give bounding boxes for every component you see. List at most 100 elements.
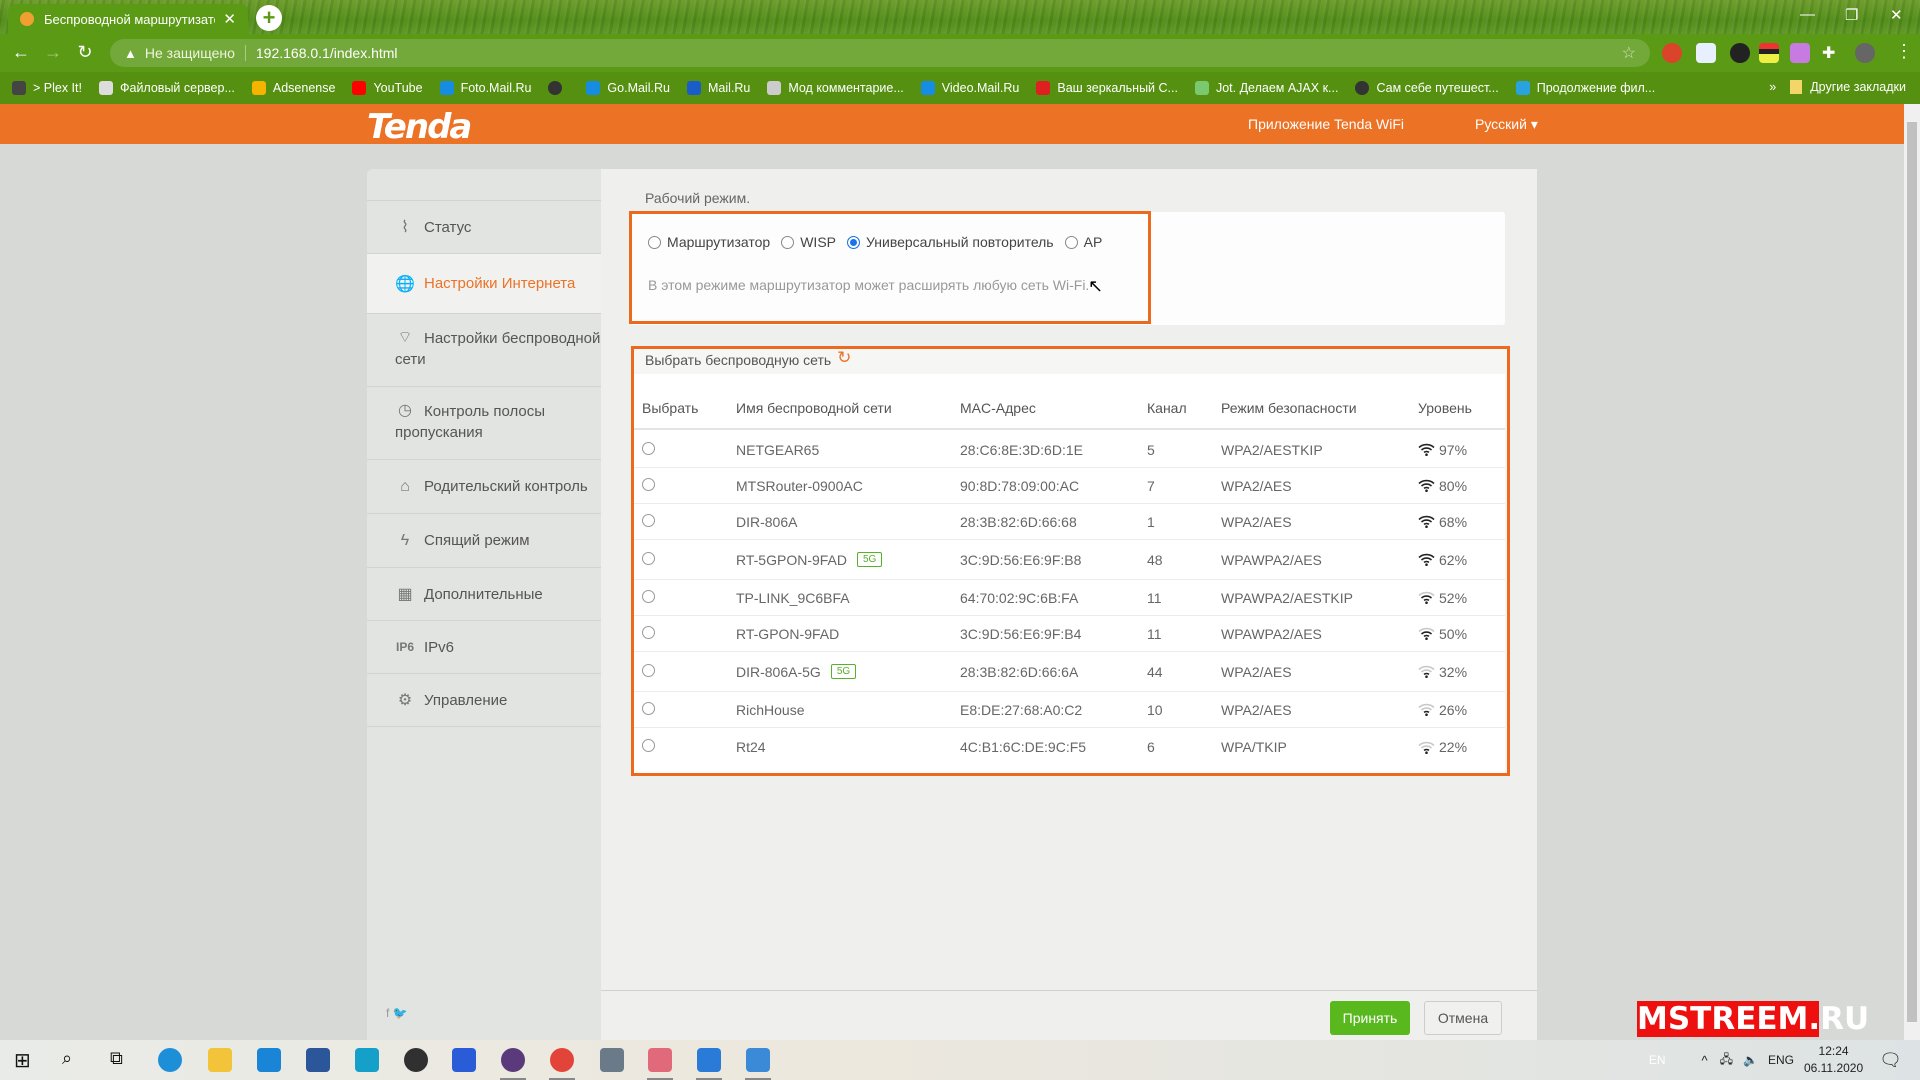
select-network-radio[interactable] — [642, 663, 655, 677]
off-extension-icon[interactable] — [1730, 43, 1750, 63]
select-network-radio[interactable] — [642, 589, 655, 603]
windows-start-icon[interactable]: ⊞ — [14, 1048, 31, 1073]
bookmark-item[interactable]: Продолжение фил... — [1515, 81, 1655, 95]
select-network-radio[interactable] — [642, 625, 655, 639]
bookmark-item[interactable]: Jot. Делаем AJAX к... — [1194, 81, 1338, 95]
bookmark-item[interactable] — [548, 81, 569, 95]
scrollbar-thumb[interactable] — [1907, 122, 1917, 1022]
avatar[interactable] — [1855, 43, 1875, 63]
mail-icon[interactable] — [257, 1048, 281, 1072]
select-network-radio[interactable] — [642, 513, 655, 527]
select-network-radio[interactable] — [642, 477, 655, 491]
sidebar-item-globe[interactable]: 🌐 Настройки Интернета — [367, 253, 601, 313]
table-row[interactable]: RT-5GPON-9FAD 5G 3C:9D:56:E6:9F:B8 48 WPAWPA… — [634, 540, 1505, 580]
other-bookmarks[interactable]: Другие закладки — [1810, 80, 1906, 94]
extension-icon[interactable] — [1790, 43, 1810, 63]
mode-radio-1[interactable] — [781, 235, 795, 249]
sidebar-item-sleep[interactable]: ϟ Спящий режим — [367, 513, 601, 567]
back-icon[interactable]: ← — [10, 42, 32, 63]
volume-icon[interactable]: 🔈 — [1743, 1053, 1758, 1067]
address-bar[interactable]: ▲ Не защищено 192.168.0.1/index.html ☆ — [110, 39, 1650, 67]
table-row[interactable]: MTSRouter-0900AC 90:8D:78:09:00:AC 7 WPA2/A… — [634, 468, 1505, 504]
table-row[interactable]: NETGEAR65 28:C6:8E:3D:6D:1E 5 WPA2/AESTKIP 9… — [634, 432, 1505, 468]
menu-icon[interactable]: ⋮ — [1895, 41, 1913, 62]
control-panel-icon[interactable] — [746, 1048, 770, 1072]
minimize-button[interactable]: — — [1800, 6, 1815, 23]
select-network-radio[interactable] — [642, 739, 655, 752]
chrome-icon[interactable] — [550, 1048, 574, 1072]
keyboard-lang[interactable]: ENG — [1768, 1053, 1794, 1067]
refresh-icon[interactable]: ↻ — [837, 348, 851, 368]
search-icon[interactable]: ⌕ — [62, 1048, 72, 1069]
mode-option-label[interactable]: WISP — [800, 234, 836, 250]
bookmark-item[interactable]: Ваш зеркальный С... — [1036, 81, 1178, 95]
mode-radio-3[interactable] — [1064, 235, 1078, 249]
uplay-icon[interactable] — [501, 1048, 525, 1072]
accept-button[interactable]: Принять — [1330, 1001, 1410, 1035]
language-select[interactable]: Русский ▾ — [1475, 116, 1538, 133]
vegas-icon[interactable] — [355, 1048, 379, 1072]
select-network-radio[interactable] — [642, 701, 655, 715]
calculator-icon[interactable] — [600, 1048, 624, 1072]
network-icon[interactable]: 🖧 — [1720, 1050, 1733, 1071]
word-icon[interactable] — [306, 1048, 330, 1072]
sidebar-item-ipv6[interactable]: IP6 IPv6 — [367, 620, 601, 673]
bookmark-item[interactable]: Go.Mail.Ru — [586, 81, 670, 95]
restore-button[interactable]: ❐ — [1845, 6, 1858, 24]
close-window-button[interactable]: ✕ — [1890, 6, 1903, 24]
edge-icon[interactable] — [158, 1048, 182, 1072]
puzzle-icon[interactable]: ✚ — [1822, 43, 1842, 63]
sidebar-item-wifi[interactable]: ⌔ Настройки беспроводной сети — [367, 313, 601, 386]
mode-option-label[interactable]: AP — [1084, 234, 1103, 250]
bookmark-item[interactable]: Adsenense — [251, 81, 335, 95]
tenda-wifi-app-link[interactable]: Приложение Tenda WiFi — [1248, 116, 1404, 132]
mode-option-label[interactable]: Универсальный повторитель — [866, 234, 1054, 250]
tray-overflow-icon[interactable]: ^ — [1702, 1053, 1708, 1068]
edge-legacy-icon[interactable] — [697, 1048, 721, 1072]
table-row[interactable]: DIR-806A-5G 5G 28:3B:82:6D:66:6A 44 WPA2/AES… — [634, 652, 1505, 692]
browser-tab[interactable]: Беспроводной маршрутизатор ✕ — [8, 4, 248, 34]
bookmark-item[interactable]: > Plex It! — [12, 81, 82, 95]
audacity-icon[interactable] — [452, 1048, 476, 1072]
clock[interactable]: 12:24 06.11.2020 — [1804, 1043, 1863, 1077]
mode-radio-2[interactable] — [847, 235, 860, 249]
bookmark-item[interactable]: Video.Mail.Ru — [920, 81, 1019, 95]
page-scrollbar[interactable] — [1904, 104, 1920, 1040]
mode-radio-0[interactable] — [648, 235, 661, 249]
bookmark-item[interactable]: Mail.Ru — [686, 81, 750, 95]
task-view-icon[interactable]: ⧉ — [110, 1048, 123, 1069]
extension-icon[interactable] — [1662, 43, 1682, 63]
sidebar-item-gear[interactable]: ⚙ Управление — [367, 673, 601, 726]
sidebar-item-gauge[interactable]: ◷ Контроль полосы пропускания — [367, 386, 601, 459]
close-tab-icon[interactable]: ✕ — [223, 10, 236, 28]
sidebar-item-grid[interactable]: ▦ Дополнительные — [367, 567, 601, 620]
bookmark-item[interactable]: YouTube — [352, 81, 423, 95]
obs-icon[interactable] — [404, 1048, 428, 1072]
notifications-icon[interactable]: 🗨 — [1879, 1050, 1902, 1071]
file-explorer-icon[interactable] — [208, 1048, 232, 1072]
sidebar-item-parental[interactable]: ⌂ Родительский контроль — [367, 459, 601, 513]
bookmark-star-icon[interactable]: ☆ — [1622, 43, 1636, 63]
table-row[interactable]: RT-GPON-9FAD 3C:9D:56:E6:9F:B4 11 WPAWPA2/A… — [634, 616, 1505, 652]
bookmark-item[interactable]: Сам себе путешест... — [1355, 81, 1499, 95]
table-row[interactable]: Rt24 4C:B1:6C:DE:9C:F5 6 WPA/TKIP 22% — [634, 728, 1505, 766]
bookmark-item[interactable]: Файловый сервер... — [98, 81, 235, 95]
select-network-radio[interactable] — [642, 441, 655, 455]
new-tab-button[interactable]: + — [256, 5, 282, 31]
bookmark-item[interactable]: Мод комментарие... — [767, 81, 904, 95]
snipping-tool-icon[interactable] — [648, 1048, 672, 1072]
sidebar-item-status[interactable]: ⌇ Статус — [367, 200, 601, 253]
reload-icon[interactable]: ↻ — [74, 42, 96, 63]
select-network-radio[interactable] — [642, 551, 655, 565]
table-row[interactable]: RichHouse E8:DE:27:68:A0:C2 10 WPA2/AES 26% — [634, 692, 1505, 728]
flag-extension-icon[interactable] — [1759, 43, 1779, 63]
mode-option-label[interactable]: Маршрутизатор — [667, 234, 770, 250]
social-links[interactable]: f 🐦 — [386, 1006, 408, 1020]
url-text[interactable]: 192.168.0.1/index.html — [256, 45, 398, 61]
cancel-button[interactable]: Отмена — [1424, 1001, 1502, 1035]
bookmark-item[interactable]: Foto.Mail.Ru — [439, 81, 531, 95]
table-row[interactable]: DIR-806A 28:3B:82:6D:66:68 1 WPA2/AES 68% — [634, 504, 1505, 540]
table-row[interactable]: TP-LINK_9C6BFA 64:70:02:9C:6B:FA 11 WPAWPA2… — [634, 580, 1505, 616]
cart-extension-icon[interactable] — [1696, 43, 1716, 63]
more-bookmarks-button[interactable]: » — [1769, 80, 1776, 94]
